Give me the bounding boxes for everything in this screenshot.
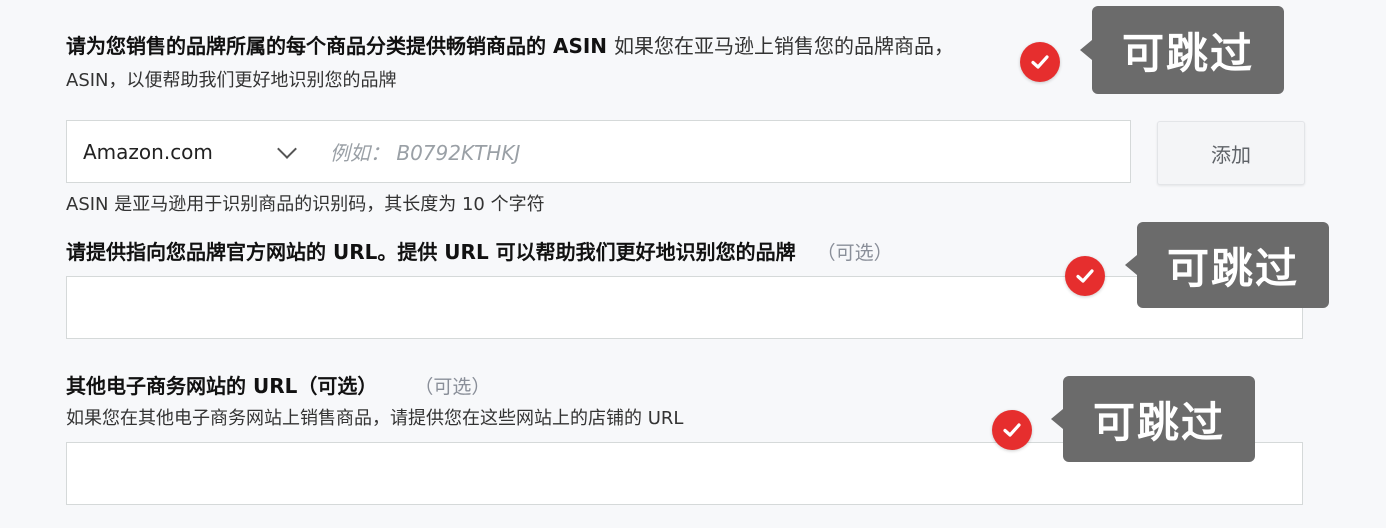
other-ecommerce-heading: 其他电子商务网站的 URL（可选） （可选） <box>66 370 490 399</box>
checkmark-icon <box>1020 42 1060 82</box>
asin-input[interactable]: 例如： B0792KTHKJ <box>312 120 1131 183</box>
brand-url-optional-tag: （可选） <box>816 242 893 264</box>
asin-heading-rest: 如果您在亚马逊上销售您的品牌商品， <box>614 34 954 58</box>
skip-callout: 可跳过 <box>1080 6 1284 94</box>
brand-url-heading: 请提供指向您品牌官方网站的 URL。提供 URL 可以帮助我们更好地识别您的品牌… <box>66 236 893 265</box>
skip-callout: 可跳过 <box>1125 222 1329 308</box>
add-asin-button[interactable]: 添加 <box>1157 121 1305 185</box>
other-ecommerce-description: 如果您在其他电子商务网站上销售商品，请提供您在这些网站上的店铺的 URL <box>66 408 684 429</box>
checkmark-icon <box>1065 256 1105 296</box>
asin-section-heading: 请为您销售的品牌所属的每个商品分类提供畅销商品的 ASIN 如果您在亚马逊上销售… <box>66 30 954 59</box>
marketplace-select-value: Amazon.com <box>83 139 213 164</box>
asin-subline: ASIN，以便帮助我们更好地识别您的品牌 <box>66 70 397 91</box>
checkmark-icon <box>992 410 1032 450</box>
marketplace-select[interactable]: Amazon.com <box>66 120 313 183</box>
asin-heading-text: 请为您销售的品牌所属的每个商品分类提供畅销商品的 ASIN <box>66 34 608 58</box>
asin-hint: ASIN 是亚马逊用于识别商品的识别码，其长度为 10 个字符 <box>66 194 545 215</box>
other-ecommerce-optional-tag: （可选） <box>414 376 491 398</box>
brand-url-input[interactable] <box>66 276 1303 339</box>
brand-url-heading-text: 请提供指向您品牌官方网站的 URL。提供 URL 可以帮助我们更好地识别您的品牌 <box>66 240 796 264</box>
skip-callout: 可跳过 <box>1051 376 1255 462</box>
asin-input-placeholder: 例如： B0792KTHKJ <box>330 141 521 165</box>
other-ecommerce-heading-text: 其他电子商务网站的 URL（可选） <box>66 374 378 398</box>
chevron-down-icon <box>277 138 297 159</box>
